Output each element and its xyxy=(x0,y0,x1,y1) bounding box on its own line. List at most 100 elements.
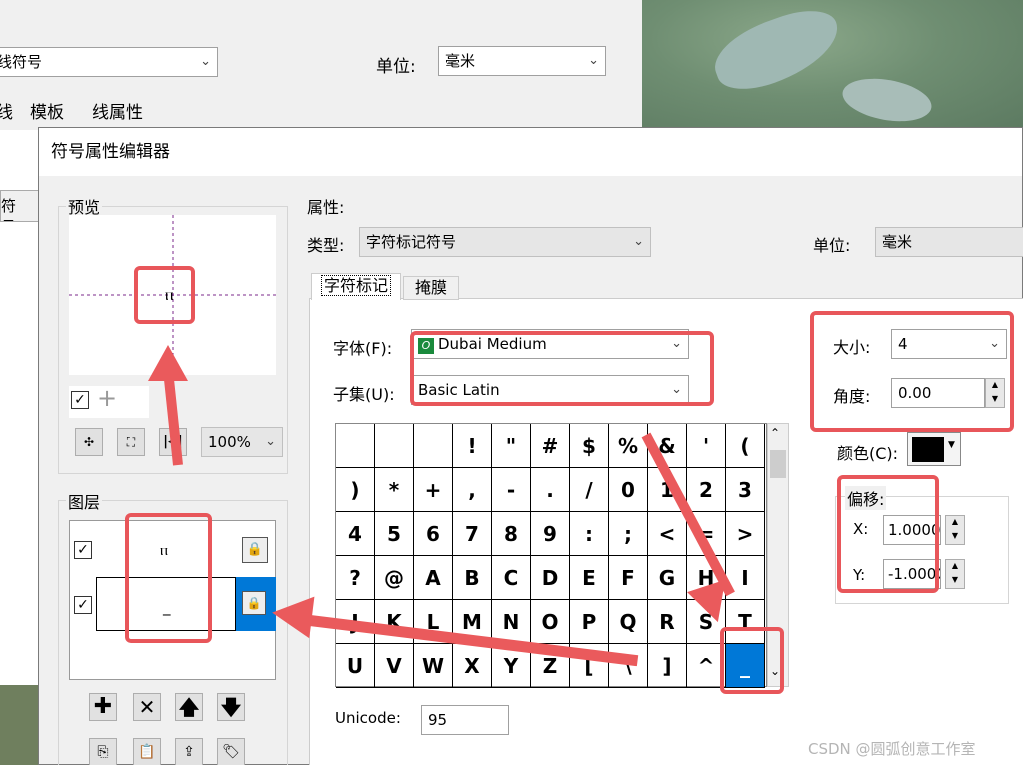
tab-mask[interactable]: 掩膜 xyxy=(403,276,459,300)
char-cell[interactable]: I xyxy=(726,556,765,600)
map-background-lower xyxy=(0,685,40,765)
preview-checkbox[interactable]: ✓ xyxy=(71,391,89,409)
bg-tab-template[interactable]: 模板 xyxy=(30,98,64,123)
char-cell[interactable]: ? xyxy=(336,556,375,600)
zoom-out-icon[interactable]: ⛶ xyxy=(117,428,145,456)
unicode-value: 95 xyxy=(428,711,448,729)
char-cell[interactable]: 3 xyxy=(726,468,765,512)
char-cell[interactable]: 8 xyxy=(492,512,531,556)
char-cell[interactable]: 2 xyxy=(687,468,726,512)
unicode-input[interactable]: 95 xyxy=(421,705,509,735)
char-cell[interactable]: " xyxy=(492,424,531,468)
char-cell[interactable]: 9 xyxy=(531,512,570,556)
move-up-icon[interactable]: 🡅 xyxy=(175,693,203,721)
char-cell[interactable]: 4 xyxy=(336,512,375,556)
bg-tab-line-props[interactable]: 线属性 xyxy=(92,98,143,123)
zoom-value: 100% xyxy=(208,433,251,451)
char-cell[interactable]: , xyxy=(453,468,492,512)
char-cell[interactable]: R xyxy=(648,600,687,644)
bg-symbol-button[interactable]: 符号... xyxy=(0,190,40,222)
char-cell[interactable]: ) xyxy=(336,468,375,512)
move-down-icon[interactable]: 🡇 xyxy=(217,693,245,721)
y-offset-spinner[interactable]: ▲ ▼ xyxy=(945,559,965,589)
char-cell[interactable]: ( xyxy=(726,424,765,468)
unit-select[interactable]: 毫米 xyxy=(875,227,1023,257)
color-picker[interactable]: ▼ xyxy=(907,432,961,466)
paste-icon[interactable]: 📋 xyxy=(133,738,161,765)
add-layer-icon[interactable]: ✚ xyxy=(89,693,117,721)
char-cell[interactable]: - xyxy=(492,468,531,512)
color-swatch xyxy=(912,437,944,462)
bg-unit-value: 毫米 xyxy=(445,52,476,70)
char-cell[interactable]: E xyxy=(570,556,609,600)
char-cell[interactable]: B xyxy=(453,556,492,600)
char-cell[interactable]: V xyxy=(375,644,414,688)
char-cell[interactable]: @ xyxy=(375,556,414,600)
char-cell[interactable]: 0 xyxy=(609,468,648,512)
char-cell[interactable]: # xyxy=(531,424,570,468)
char-cell[interactable]: < xyxy=(648,512,687,556)
char-cell[interactable]: Q xyxy=(609,600,648,644)
char-cell[interactable] xyxy=(375,424,414,468)
char-cell[interactable]: 6 xyxy=(414,512,453,556)
char-cell[interactable]: W xyxy=(414,644,453,688)
char-cell[interactable]: / xyxy=(570,468,609,512)
x-offset-spinner[interactable]: ▲ ▼ xyxy=(945,515,965,545)
char-cell[interactable]: G xyxy=(648,556,687,600)
char-cell[interactable]: $ xyxy=(570,424,609,468)
dropdown-arrow-icon: ▼ xyxy=(948,440,955,450)
char-cell[interactable]: : xyxy=(570,512,609,556)
properties-label: 属性: xyxy=(307,198,345,217)
bg-symbol-type-value: 线符号 xyxy=(0,53,43,71)
map-background xyxy=(642,0,1023,130)
lock-icon[interactable]: 🔒 xyxy=(242,591,266,615)
char-cell[interactable]: F xyxy=(609,556,648,600)
tab-char-marker[interactable]: 字符标记 xyxy=(311,273,401,300)
type-label: 类型: xyxy=(307,236,345,255)
layer-1-checkbox[interactable]: ✓ xyxy=(74,541,92,559)
scroll-thumb[interactable] xyxy=(770,450,786,478)
char-cell[interactable]: % xyxy=(609,424,648,468)
annotation-box-char xyxy=(720,627,784,694)
char-cell[interactable]: ! xyxy=(453,424,492,468)
type-select[interactable]: 字符标记符号 ⌄ xyxy=(359,227,651,257)
char-cell[interactable]: ] xyxy=(648,644,687,688)
layers-label: 图层 xyxy=(66,489,103,513)
bg-symbol-type-select[interactable]: 线符号 ⌄ xyxy=(0,47,218,77)
bg-tab-line[interactable]: 线 xyxy=(0,98,13,123)
lock-icon[interactable]: 🔒 xyxy=(242,537,268,563)
crosshair-icon[interactable]: + xyxy=(97,384,117,412)
annotation-box-size xyxy=(810,311,1014,432)
annotation-box-preview xyxy=(134,266,195,324)
import-icon[interactable]: ⇪ xyxy=(175,738,203,765)
zoom-in-icon[interactable]: ✣ xyxy=(75,428,103,456)
char-cell[interactable]: O xyxy=(531,600,570,644)
bg-unit-select[interactable]: 毫米 ⌄ xyxy=(438,46,606,76)
char-cell[interactable]: C xyxy=(492,556,531,600)
char-cell[interactable]: X xyxy=(453,644,492,688)
annotation-arrow-left-head xyxy=(269,591,315,639)
layer-2-checkbox[interactable]: ✓ xyxy=(74,596,92,614)
char-cell[interactable]: D xyxy=(531,556,570,600)
char-cell[interactable]: ; xyxy=(609,512,648,556)
color-label: 颜色(C): xyxy=(837,444,899,463)
copy-icon[interactable]: ⎘ xyxy=(89,738,117,765)
delete-layer-icon[interactable]: ✕ xyxy=(133,693,161,721)
char-cell[interactable]: * xyxy=(375,468,414,512)
char-cell[interactable]: > xyxy=(726,512,765,556)
char-cell[interactable]: . xyxy=(531,468,570,512)
char-cell[interactable]: U xyxy=(336,644,375,688)
char-cell[interactable]: 5 xyxy=(375,512,414,556)
zoom-select[interactable]: 100% ⌄ xyxy=(201,427,283,457)
char-cell[interactable]: \ xyxy=(609,644,648,688)
tag-icon[interactable]: 🏷 xyxy=(217,738,245,765)
font-label: 字体(F): xyxy=(333,339,393,358)
char-cell[interactable] xyxy=(414,424,453,468)
char-cell[interactable]: P xyxy=(570,600,609,644)
scroll-up-icon[interactable]: ⌃ xyxy=(770,426,780,440)
char-cell[interactable]: + xyxy=(414,468,453,512)
char-cell[interactable] xyxy=(336,424,375,468)
char-cell[interactable]: ' xyxy=(687,424,726,468)
char-cell[interactable]: 7 xyxy=(453,512,492,556)
char-cell[interactable]: A xyxy=(414,556,453,600)
